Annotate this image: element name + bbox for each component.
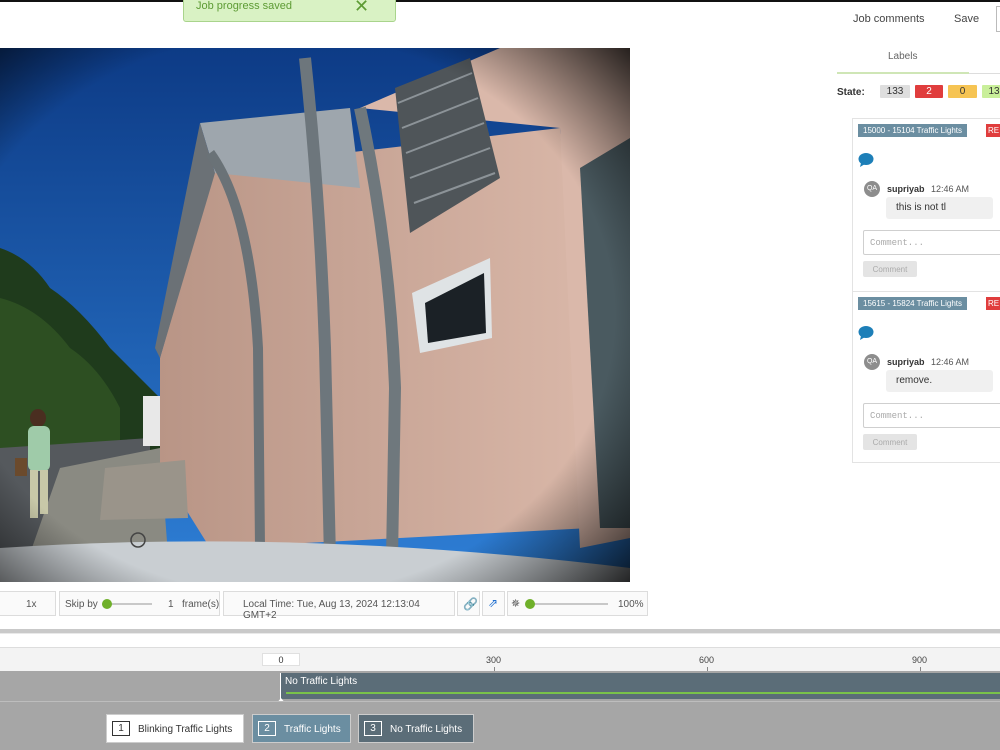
state-badge-pending: 0 [948, 85, 977, 98]
skip-unit: frame(s) [182, 599, 220, 610]
state-label: State: [837, 87, 865, 98]
timeline-segment[interactable]: No Traffic Lights [280, 673, 1000, 699]
label-name: Blinking Traffic Lights [138, 724, 233, 735]
brightness-slider-knob[interactable] [525, 599, 535, 609]
comment-card: 15615 - 15824 Traffic Lights RE QA supri… [852, 291, 1000, 463]
comment-button[interactable]: Comment [863, 261, 917, 277]
segment-tag[interactable]: 15000 - 15104 Traffic Lights [858, 124, 968, 137]
label-key: 3 [364, 721, 382, 736]
local-time-text: Local Time: Tue, Aug 13, 2024 12:13:04 G… [243, 599, 420, 621]
header-menu-button[interactable] [996, 6, 1000, 32]
brightness-value: 100% [618, 599, 644, 610]
tick-label-300: 300 [486, 655, 502, 665]
close-icon[interactable]: ✕ [354, 0, 369, 15]
avatar: QA [864, 354, 880, 370]
link-button[interactable]: 🔗 [457, 591, 480, 616]
label-key: 1 [112, 721, 130, 736]
comment-button[interactable]: Comment [863, 434, 917, 450]
timeline-divider [0, 633, 1000, 634]
skip-value: 1 [168, 599, 174, 610]
label-button-blinking-traffic-lights[interactable]: 1 Blinking Traffic Lights [106, 714, 244, 743]
segment-label: No Traffic Lights [285, 676, 358, 687]
comment-author: supriyab [887, 357, 925, 367]
timeline-track[interactable]: No Traffic Lights [0, 671, 1000, 701]
annotation-workspace: Job progress saved ✕ Job comments Save 1… [0, 0, 1000, 750]
state-badge-total: 133 [880, 85, 910, 98]
reject-badge: RE [986, 124, 1000, 137]
skip-by-control: Skip by 1 frame(s) [59, 591, 220, 616]
comment-text: this is not tl [886, 197, 993, 219]
brightness-icon: ✵ [511, 598, 521, 610]
toast-message: Job progress saved [196, 0, 292, 12]
state-badge-rejected: 2 [915, 85, 943, 98]
tab-active-indicator [837, 72, 969, 74]
top-border [0, 0, 1000, 2]
brightness-slider-track[interactable] [529, 603, 608, 605]
local-time-display: Local Time: Tue, Aug 13, 2024 12:13:04 G… [223, 591, 455, 621]
tick-label-900: 900 [912, 655, 928, 665]
video-frame[interactable] [0, 48, 630, 582]
state-badge-accepted: 13 [982, 85, 1000, 98]
comment-bubble-icon [858, 153, 874, 167]
tab-divider [969, 73, 1000, 74]
label-key: 2 [258, 721, 276, 736]
label-button-traffic-lights[interactable]: 2 Traffic Lights [252, 714, 351, 743]
save-button[interactable]: Save [954, 13, 979, 25]
label-button-no-traffic-lights[interactable]: 3 No Traffic Lights [358, 714, 474, 743]
comment-text: remove. [886, 370, 993, 392]
reject-badge: RE [986, 297, 1000, 310]
skip-by-label: Skip by [65, 599, 98, 610]
tick-label-0: 0 [262, 653, 300, 666]
brightness-control: ✵ 100% [507, 591, 648, 616]
comment-time: 12:46 AM [931, 184, 970, 194]
segment-progress-bar [286, 692, 1000, 694]
comment-author: supriyab [887, 184, 925, 194]
comment-input[interactable] [863, 230, 1000, 255]
link-icon: 🔗 [463, 597, 478, 611]
comment-bubble-icon [858, 326, 874, 340]
skip-slider-knob[interactable] [102, 599, 112, 609]
tab-labels[interactable]: Labels [888, 51, 917, 62]
segment-tag[interactable]: 15615 - 15824 Traffic Lights [858, 297, 968, 310]
job-comments-button[interactable]: Job comments [853, 13, 925, 25]
playback-speed[interactable]: 1x [0, 591, 56, 616]
avatar: QA [864, 181, 880, 197]
open-external-button[interactable]: ⇗ [482, 591, 505, 616]
label-name: Traffic Lights [284, 724, 341, 735]
speed-value: 1x [26, 599, 37, 610]
comment-time: 12:46 AM [931, 357, 970, 367]
comment-input[interactable] [863, 403, 1000, 428]
label-name: No Traffic Lights [390, 724, 463, 735]
external-link-icon: ⇗ [488, 596, 499, 610]
timeline-ruler[interactable]: 0 300 600 900 [0, 647, 1000, 672]
toast-notification: Job progress saved ✕ [183, 0, 396, 22]
comment-card: 15000 - 15104 Traffic Lights RE QA supri… [852, 118, 1000, 292]
video-image [0, 48, 630, 582]
tick-label-600: 600 [699, 655, 715, 665]
